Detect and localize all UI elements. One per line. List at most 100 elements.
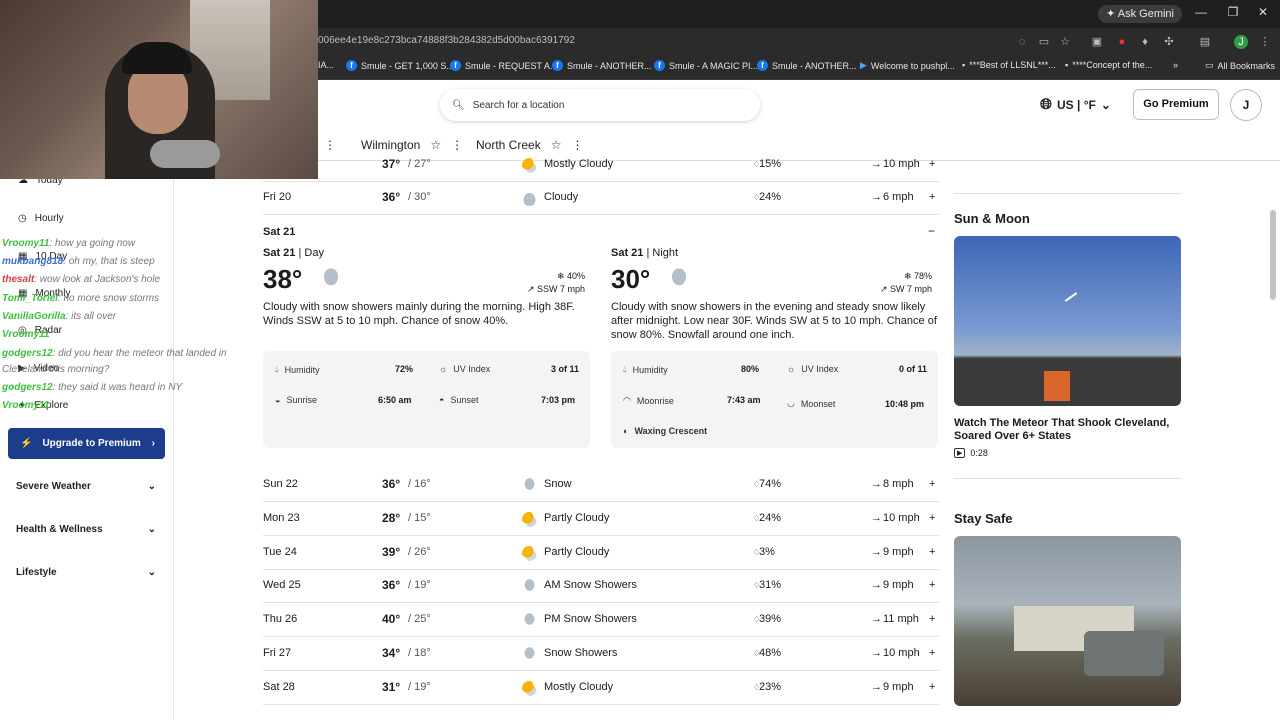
forecast-row[interactable]: Fri 27 34°/ 18° Snow Showers ♢ 48% → 10 mph + — [263, 637, 939, 671]
puzzle-icon[interactable]: ✣ — [1162, 35, 1176, 49]
expand-plus-icon[interactable]: + — [929, 613, 935, 625]
bookmark-item[interactable]: ▶ Welcome to pushpl... — [860, 60, 955, 71]
expand-plus-icon[interactable]: + — [929, 681, 935, 693]
video-title[interactable]: Watch The Meteor That Shook Cleveland, S… — [954, 417, 1179, 443]
close-icon[interactable]: ✕ — [1248, 5, 1278, 19]
expand-plus-icon[interactable]: + — [929, 579, 935, 591]
ask-gemini-button[interactable]: ✦ Ask Gemini — [1098, 5, 1182, 23]
day-details-panel: 💧︎ Humidity 72% ☼ UV Index 3 of 11 ◒ Sunris… — [263, 351, 590, 448]
maximize-icon[interactable]: ❐ — [1218, 5, 1248, 19]
bookmark-item[interactable]: f Smule - GET 1,000 S... — [346, 60, 454, 71]
nav-hourly[interactable]: ◷ Hourly — [18, 213, 64, 224]
bookmark-item[interactable]: f Smule - ANOTHER... — [757, 60, 857, 71]
row-temp-low: / 30° — [408, 191, 431, 203]
collapse-icon[interactable]: − — [928, 224, 935, 238]
moonset-value: 10:48 pm — [885, 399, 925, 409]
search-input[interactable]: Search for a location — [473, 100, 565, 111]
chat-message: VanillaGorilla: its all over — [2, 311, 116, 322]
bookmark-label: Smule - ANOTHER... — [567, 60, 652, 71]
row-temp-high: 40° — [382, 612, 401, 627]
row-temp-low: / 19° — [408, 579, 431, 592]
day-wind: SSW 7 mph — [537, 284, 586, 294]
bookmark-item[interactable]: f Smule - A MAGIC PI... — [654, 60, 758, 71]
truck-shape — [1084, 631, 1164, 676]
expand-plus-icon[interactable]: + — [929, 546, 935, 558]
accordion-lifestyle[interactable]: Lifestyle ⌄ — [16, 567, 156, 578]
star-icon[interactable]: ☆ — [1058, 35, 1072, 49]
expand-plus-icon[interactable]: + — [929, 191, 935, 203]
accordion-health-wellness[interactable]: Health & Wellness ⌄ — [16, 524, 156, 535]
bookmark-item[interactable]: f Smule - REQUEST A... — [450, 60, 557, 71]
folder-icon: ▭ — [1205, 60, 1214, 70]
forecast-row[interactable]: Tue 24 39°/ 26° Partly Cloudy ♢ 3% → 9 mph + — [263, 536, 939, 570]
row-condition: Snow Showers — [544, 647, 618, 659]
minimize-icon[interactable]: — — [1186, 5, 1216, 19]
eye-off-icon[interactable]: ◌ — [1015, 35, 1029, 49]
pin-icon[interactable]: ♦ — [1138, 35, 1152, 49]
chat-text: : did you hear the meteor that landed in — [52, 348, 227, 359]
row-day: Fri 20 — [263, 191, 292, 203]
profile-initial: J — [1238, 36, 1244, 48]
row-precip: 23% — [759, 680, 782, 693]
expand-plus-icon[interactable]: + — [929, 647, 935, 659]
units-selector[interactable]: 🌐︎ US | °F ⌄ — [1040, 96, 1111, 113]
avatar[interactable]: J — [1230, 89, 1262, 121]
forecast-row[interactable]: 37°/ 27° Mostly Cloudy ♢ 15% → 10 mph + — [263, 148, 939, 182]
accordion-severe-weather[interactable]: Severe Weather ⌄ — [16, 481, 156, 492]
row-temp-low: / 25° — [408, 613, 431, 626]
expand-plus-icon[interactable]: + — [929, 158, 935, 170]
bookmark-item[interactable]: f Smule - ANOTHER... — [552, 60, 652, 71]
forecast-row[interactable]: Mon 23 28°/ 15° Partly Cloudy ♢ 24% → 10 mph + — [263, 502, 939, 536]
forecast-row[interactable]: Fri 20 36°/ 30° Cloudy ♢ 24% → 6 mph + — [263, 181, 939, 215]
chat-username: VanillaGorilla — [2, 311, 66, 322]
uv-label-row: ☼ UV Index — [439, 364, 490, 374]
row-precip: 15% — [759, 158, 782, 170]
bookmark-label: ****Concept of the... — [1072, 60, 1153, 70]
url-text[interactable]: 006ee4e19e8c273bca74888f3b284382d5d00bac… — [318, 35, 575, 46]
moon-phase-label: Waxing Crescent — [634, 426, 708, 436]
go-premium-button[interactable]: Go Premium — [1133, 89, 1219, 120]
extension-icon[interactable]: ▣ — [1090, 35, 1104, 49]
chat-username: Vroomy11 — [2, 238, 50, 249]
expand-plus-icon[interactable]: + — [929, 512, 935, 524]
wind-arrow-icon: → — [871, 158, 882, 170]
snowflake-icon: ❄ — [903, 271, 912, 281]
row-day: Mon 23 — [263, 511, 300, 524]
forecast-row[interactable]: Sat 28 31°/ 19° Mostly Cloudy ♢ 23% → 9 mph + — [263, 671, 939, 705]
forecast-row[interactable]: Thu 26 40°/ 25° PM Snow Showers ♢ 39% → 11 mph… — [263, 603, 939, 638]
meteor-streak — [1064, 292, 1078, 302]
bookmark-item[interactable]: ▪ ***Best of LLSNL***... — [962, 60, 1056, 70]
row-temp-low: / 18° — [408, 647, 431, 659]
meteor-video-thumbnail[interactable] — [954, 236, 1181, 406]
right-divider — [954, 478, 1181, 479]
forecast-row[interactable]: Wed 25 36°/ 19° AM Snow Showers ♢ 31% → 9 mph + — [263, 569, 939, 604]
night-precip-wind: ❄ 78% ↗ SW 7 mph — [880, 271, 933, 294]
stay-safe-image[interactable] — [954, 536, 1181, 706]
push-icon: ▶ — [860, 60, 867, 70]
record-icon[interactable]: ● — [1115, 35, 1129, 49]
chat-username: thesalt — [2, 274, 35, 285]
row-condition: Mostly Cloudy — [544, 680, 614, 693]
moonrise-label-row: ◠ Moonrise — [623, 395, 674, 406]
stay-safe-title: Stay Safe — [954, 511, 1013, 526]
profile-icon[interactable]: J — [1234, 35, 1248, 49]
bookmark-item[interactable]: IA... — [318, 60, 334, 70]
upgrade-premium-button[interactable]: ⚡ Upgrade to Premium › — [8, 428, 165, 459]
bookmark-item[interactable]: ▪ ****Concept of the... — [1065, 60, 1152, 70]
page-scrollbar[interactable] — [1270, 210, 1276, 300]
humidity-value: 72% — [395, 364, 414, 374]
moonset-label-row: ◡ Moonset — [787, 398, 835, 409]
cast-icon[interactable]: ▭ — [1037, 35, 1051, 49]
menu-kebab-icon[interactable]: ⋮ — [1258, 35, 1272, 49]
bookmarks-overflow-icon[interactable]: » — [1173, 60, 1178, 70]
chevron-down-icon: ⌄ — [147, 481, 156, 492]
sidepanel-icon[interactable]: ▤ — [1198, 35, 1212, 49]
location-search[interactable]: 🔍︎ Search for a location — [440, 89, 760, 121]
expand-plus-icon[interactable]: + — [929, 478, 935, 490]
forecast-row[interactable]: Sun 22 36°/ 16° Snow ♢ 74% → 8 mph + — [263, 468, 939, 502]
all-bookmarks[interactable]: ▭ All Bookmarks — [1205, 60, 1275, 71]
chevron-down-icon: ⌄ — [147, 524, 156, 535]
row-temp-low: / 15° — [408, 511, 431, 524]
chat-message: mukbang818: oh my, that is steep — [2, 256, 155, 267]
chat-username: Vroomy11 — [2, 400, 50, 411]
